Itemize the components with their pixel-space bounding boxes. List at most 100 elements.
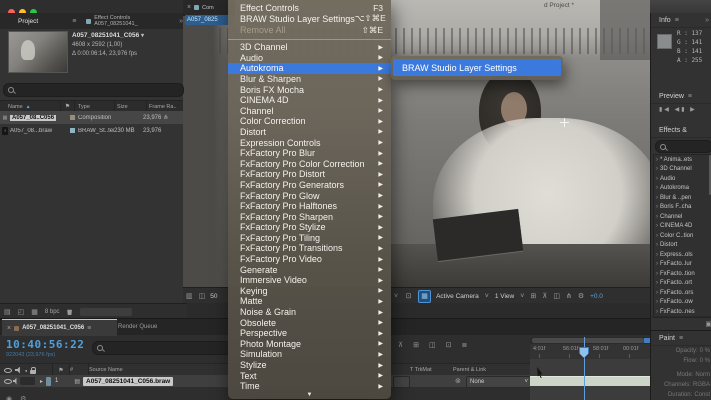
menu-item-effect-controls[interactable]: Effect ControlsF3 (228, 2, 391, 13)
timeline-button-icon[interactable]: ◫ (553, 292, 560, 300)
close-icon[interactable]: × (7, 325, 11, 332)
effects-list-item[interactable]: ›FxFacto..tion (654, 269, 711, 279)
panel-menu-icon[interactable]: ≡ (679, 335, 683, 342)
menu-item-fxfactory-pro-blur[interactable]: FxFactory Pro Blur▶ (228, 148, 391, 159)
effects-search-field[interactable] (655, 140, 711, 153)
menu-item-channel[interactable]: Channel▶ (228, 105, 391, 116)
menu-item-matte[interactable]: Matte▶ (228, 296, 391, 307)
chevron-down-icon[interactable]: ˅ (394, 293, 398, 300)
menu-item-fxfactory-pro-halftones[interactable]: FxFactory Pro Halftones▶ (228, 201, 391, 212)
effects-list-item[interactable]: ›Distort (654, 241, 711, 251)
tab-render-queue[interactable]: Render Queue (118, 319, 157, 335)
hide-shy-layers-icon[interactable]: ◫ (429, 341, 436, 349)
column-frame-rate[interactable]: Frame Ra.. (147, 104, 183, 110)
selected-item-name[interactable]: A057_08251041_C056 ▾ (72, 32, 144, 39)
project-row-braw-footage[interactable]: ! A057_08...braw BRAW_St..ter 230 MB 23,… (0, 124, 183, 137)
panel-menu-icon[interactable]: ≡ (675, 17, 679, 24)
effects-list-item[interactable]: ›FxFacto..lur (654, 260, 711, 270)
menu-item-noise-grain[interactable]: Noise & Grain▶ (228, 307, 391, 318)
project-search-field[interactable] (3, 83, 184, 97)
menu-item-perspective[interactable]: Perspective▶ (228, 328, 391, 339)
paint-panel-header[interactable]: Paint ≡ (651, 331, 711, 346)
region-of-interest-icon[interactable]: ⊡ (403, 291, 414, 302)
parent-pickwhip-icon[interactable]: ⊚ (455, 377, 461, 385)
menu-item-fxfactory-pro-stylize[interactable]: FxFactory Pro Stylize▶ (228, 222, 391, 233)
lock-column-icon[interactable] (30, 370, 36, 374)
exposure-offset[interactable]: +0.0 (590, 293, 603, 300)
new-folder-icon[interactable]: ◰ (18, 308, 25, 316)
close-icon[interactable]: × (187, 4, 191, 11)
menu-item-braw-studio-layer-settings[interactable]: BRAW Studio Layer Settings⌥⇧⌘E (228, 13, 391, 24)
monitor-icon[interactable]: ▥ (186, 292, 193, 300)
menu-item-text[interactable]: Text▶ (228, 370, 391, 381)
expand-inout-icon[interactable]: ⚙ (20, 395, 26, 400)
column-size[interactable]: Size (115, 104, 146, 110)
new-composition-icon[interactable]: ▦ (31, 308, 38, 316)
project-bit-depth[interactable]: 8 bpc (45, 309, 60, 315)
exposure-gear-icon[interactable]: ⚙ (578, 292, 584, 300)
menu-item-fxfactory-pro-generators[interactable]: FxFactory Pro Generators▶ (228, 180, 391, 191)
menu-item-fxfactory-pro-transitions[interactable]: FxFactory Pro Transitions▶ (228, 243, 391, 254)
layer-visibility-icon[interactable] (4, 378, 10, 384)
video-visibility-column-icon[interactable] (4, 367, 12, 373)
view-layout-dropdown[interactable]: 1 View (495, 293, 514, 300)
tab-project[interactable]: Project (0, 18, 44, 25)
label-color-swatch[interactable] (70, 128, 75, 133)
panel-menu-icon[interactable]: ≡ (688, 93, 692, 100)
menu-item-keying[interactable]: Keying▶ (228, 286, 391, 297)
effects-list-item[interactable]: ›FxFacto..ort (654, 279, 711, 289)
draft-3d-icon[interactable]: ⊞ (413, 341, 419, 349)
tab-effect-controls[interactable]: Effect Controls A057_08251041_ » (86, 15, 183, 27)
layer-label-color[interactable] (46, 377, 51, 386)
more-tabs-icon[interactable]: » (179, 18, 183, 25)
column-name[interactable]: Name (8, 104, 23, 110)
preview-panel-header[interactable]: Preview ≡ (651, 89, 711, 104)
layer-switches[interactable] (20, 377, 35, 385)
timeline-search-field[interactable] (92, 341, 232, 355)
menu-item-boris-fx-mocha[interactable]: Boris FX Mocha▶ (228, 84, 391, 95)
effects-panel-header[interactable]: Effects & » (651, 123, 711, 138)
interpret-footage-icon[interactable]: ▤ (4, 308, 11, 316)
parent-link-dropdown[interactable]: None ˅ (466, 376, 532, 388)
menu-item-color-correction[interactable]: Color Correction▶ (228, 116, 391, 127)
tab-timeline-composition[interactable]: × A057_08251041_C056 ≡ (2, 319, 117, 336)
trash-icon[interactable] (67, 308, 73, 315)
effects-list-item[interactable]: ›FxFacto..ow (654, 298, 711, 308)
menu-item-immersive-video[interactable]: Immersive Video▶ (228, 275, 391, 286)
mode-dropdown-fragment[interactable] (393, 376, 410, 388)
preview-transport-controls[interactable]: ▮◀ ◀▮ ▶ (659, 106, 697, 113)
effects-list-item[interactable]: ›CINEMA 4D (654, 222, 711, 232)
column-type[interactable]: Type (75, 104, 114, 110)
menu-item-fxfactory-pro-video[interactable]: FxFactory Pro Video▶ (228, 254, 391, 265)
time-ruler[interactable]: 4:01f56:01f58:01f00:01f (530, 344, 650, 360)
layer-duration-bar[interactable] (530, 376, 650, 386)
effects-list-item[interactable]: ›3D Channel (654, 165, 711, 175)
composition-name-chip[interactable]: A057_0825 (185, 15, 233, 25)
layer-name[interactable]: A057_08251041_C056.braw (83, 377, 173, 386)
menu-item-stylize[interactable]: Stylize▶ (228, 360, 391, 371)
menu-item-photo-montage[interactable]: Photo Montage▶ (228, 339, 391, 350)
effects-list-item[interactable]: ›Boris F..cha (654, 203, 711, 213)
current-timecode[interactable]: 10:40:56:22 (6, 338, 84, 351)
menu-item-autokroma[interactable]: Autokroma▶ (228, 63, 391, 74)
menu-item-distort[interactable]: Distort▶ (228, 127, 391, 138)
menu-item-expression-controls[interactable]: Expression Controls▶ (228, 137, 391, 148)
chevron-down-icon[interactable]: ˅ (520, 293, 524, 300)
solo-column-icon[interactable]: ● (25, 368, 27, 373)
chevron-down-icon[interactable]: ˅ (485, 293, 489, 300)
menu-item-cinema-4d[interactable]: CINEMA 4D▶ (228, 95, 391, 106)
work-area-bar[interactable] (530, 337, 650, 344)
menu-item-time[interactable]: Time▶ (228, 381, 391, 392)
menu-item-generate[interactable]: Generate▶ (228, 264, 391, 275)
menu-item-fxfactory-pro-distort[interactable]: FxFactory Pro Distort▶ (228, 169, 391, 180)
menu-item-fxfactory-pro-tiling[interactable]: FxFactory Pro Tiling▶ (228, 233, 391, 244)
panel-menu-icon[interactable]: ≡ (87, 325, 91, 332)
effects-list-item[interactable]: ›Color C..tion (654, 231, 711, 241)
effects-list-item[interactable]: ›Blur & ..pen (654, 193, 711, 203)
submenu-item-braw-studio-layer-settings[interactable]: BRAW Studio Layer Settings (393, 59, 561, 76)
menu-item-blur-sharpen[interactable]: Blur & Sharpen▶ (228, 74, 391, 85)
expand-transfer-icon[interactable]: ◉ (6, 395, 12, 400)
transparency-grid-icon[interactable]: ▦ (418, 290, 431, 303)
project-row-composition[interactable]: ▦ A057_08..C056 Composition 23,976⋔ (0, 111, 183, 124)
label-flag-icon[interactable]: ⚑ (58, 368, 63, 374)
